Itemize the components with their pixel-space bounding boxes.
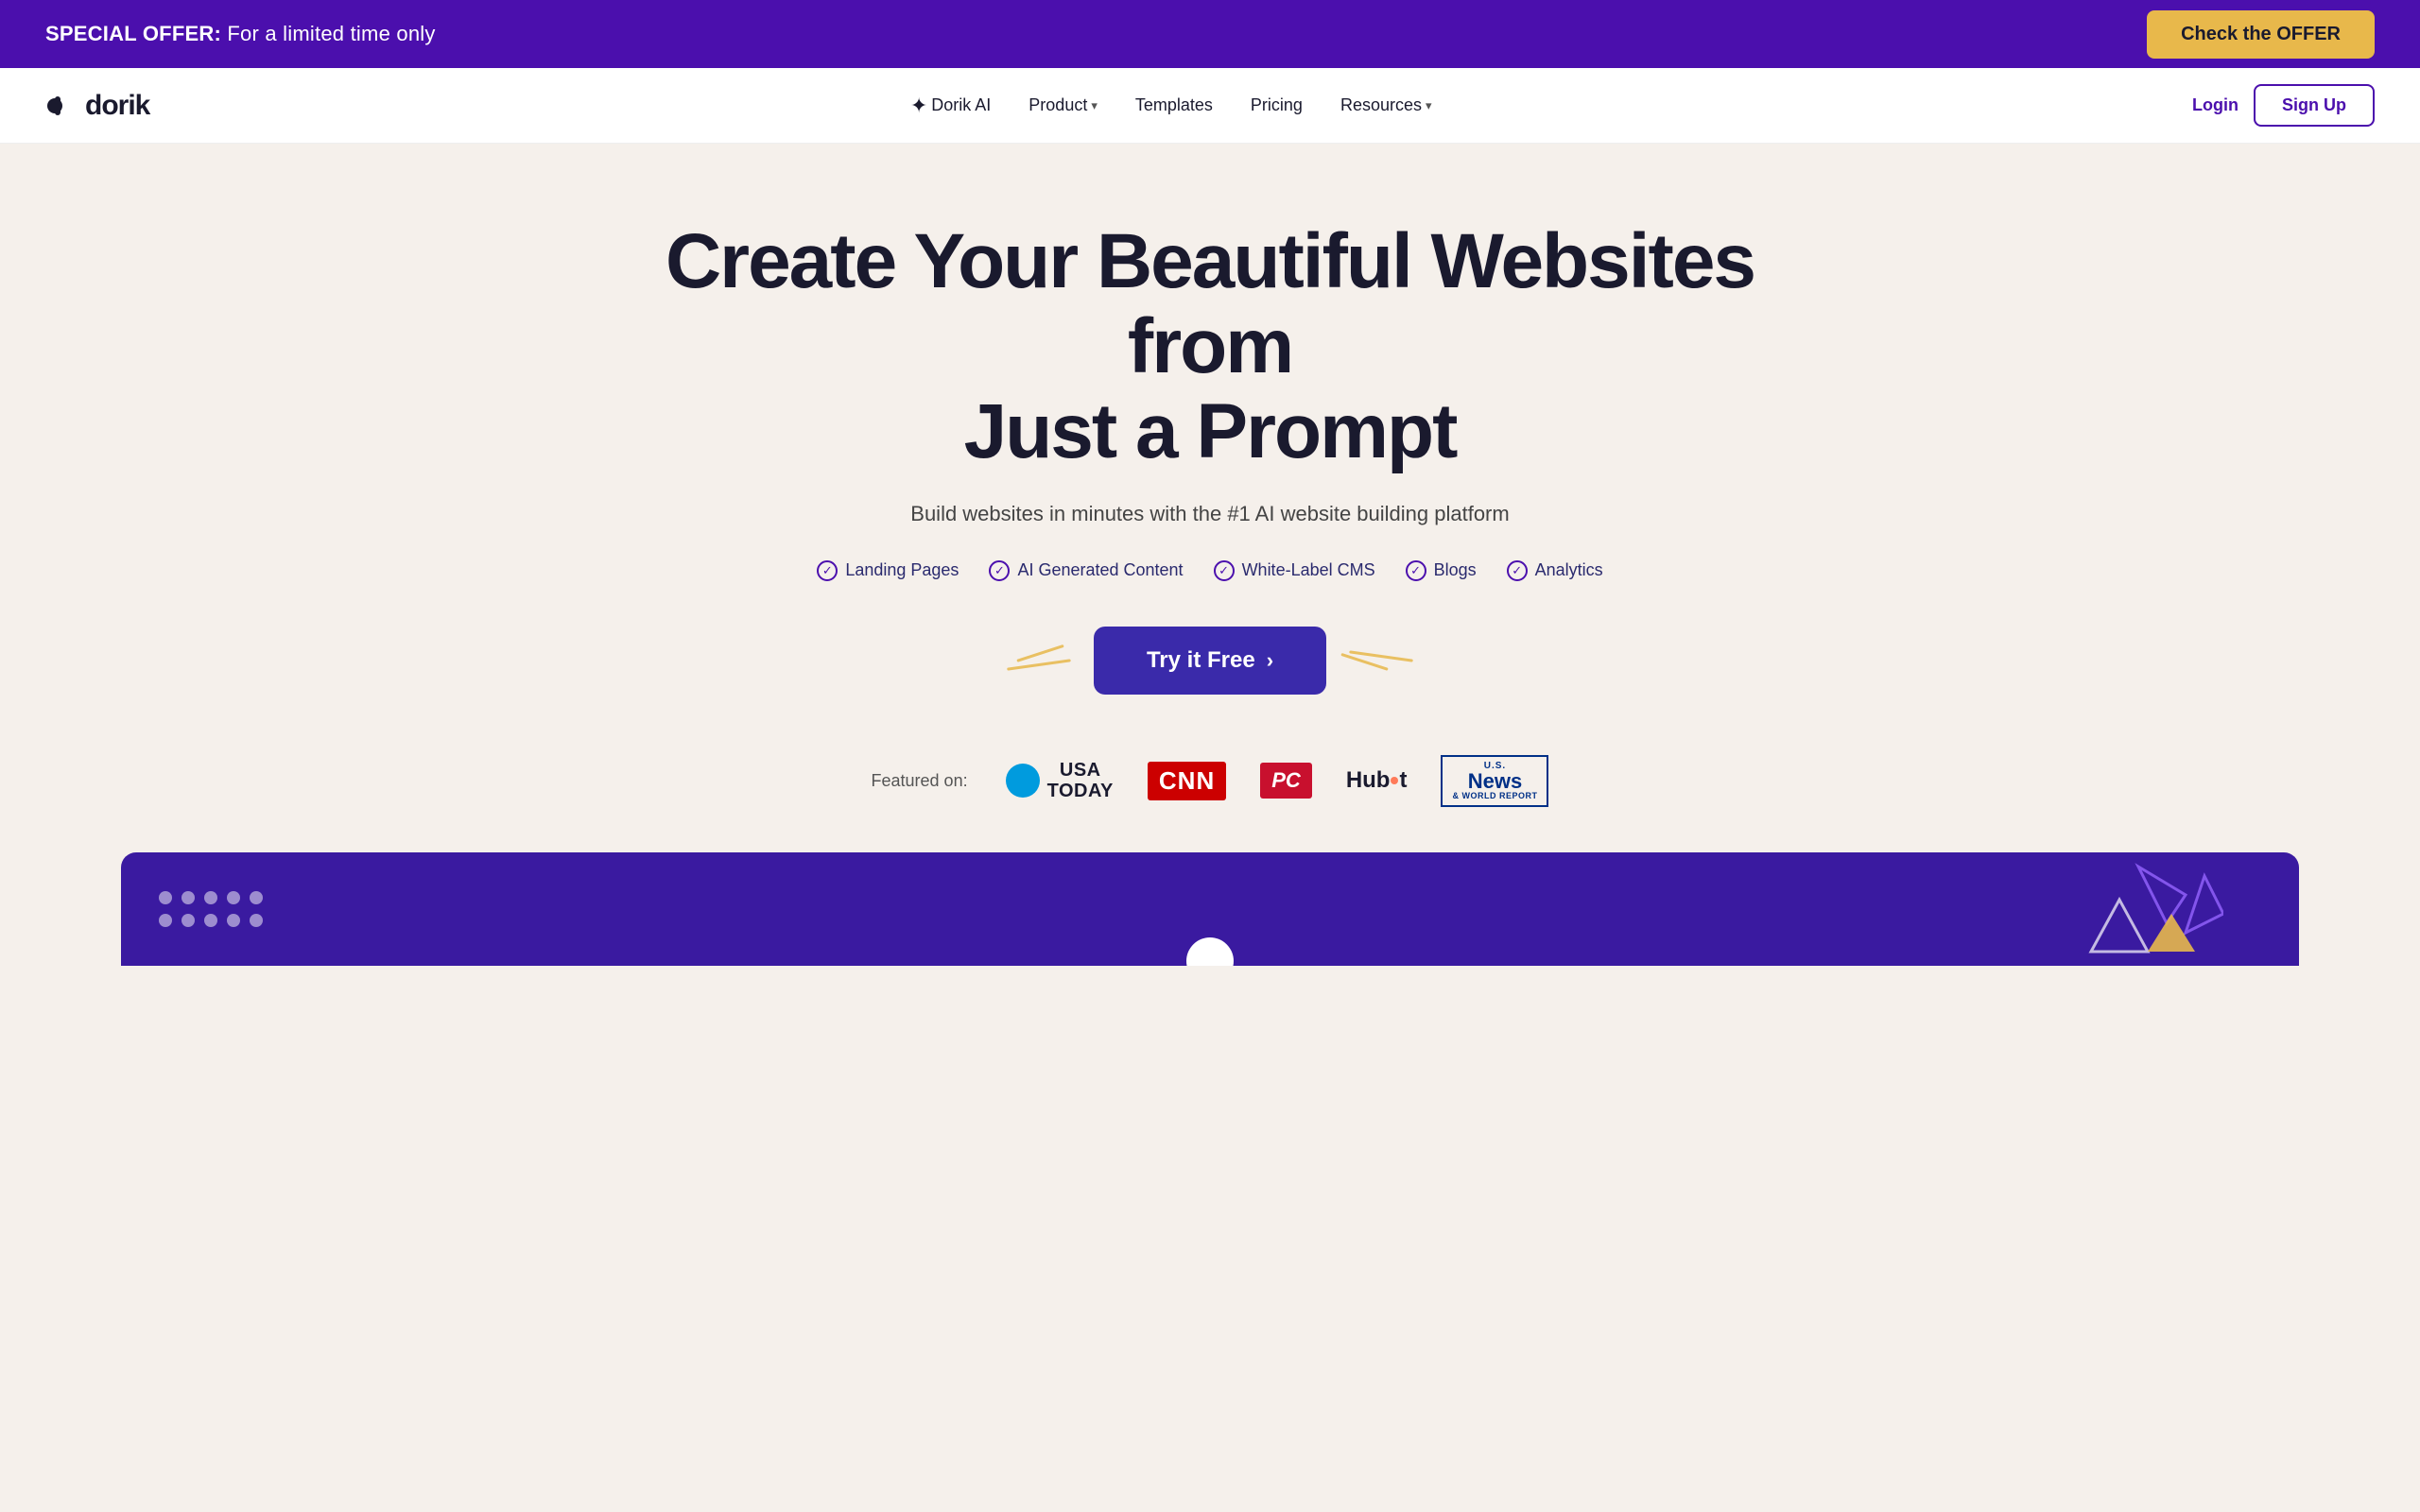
check-icon-4: ✓ xyxy=(1406,560,1426,581)
dorik-ai-link[interactable]: ✦ Dorik AI xyxy=(895,86,1006,126)
preview-dot xyxy=(182,914,195,927)
arrow-right-icon: › xyxy=(1267,648,1273,673)
media-logos: USATODAY CNN PC Hubt U.S. News & World R… xyxy=(1006,755,1549,807)
logo-text: dorik xyxy=(85,90,149,122)
feature-landing-pages: ✓ Landing Pages xyxy=(817,560,959,581)
preview-dot xyxy=(182,891,195,904)
signup-button[interactable]: Sign Up xyxy=(2254,84,2375,127)
hero-subheadline: Build websites in minutes with the #1 AI… xyxy=(45,502,2375,526)
headline-line1: Create Your Beautiful Websites from xyxy=(666,218,1754,389)
feature-label-3: White-Label CMS xyxy=(1242,560,1375,580)
headline-line2: Just a Prompt xyxy=(964,388,1457,474)
nav-auth: Login Sign Up xyxy=(2192,84,2375,127)
promo-banner: SPECIAL OFFER: For a limited time only C… xyxy=(0,0,2420,68)
preview-dots xyxy=(159,891,263,927)
preview-dot xyxy=(250,891,263,904)
squiggle-left-decoration xyxy=(1007,655,1071,666)
pricing-label: Pricing xyxy=(1251,95,1303,115)
chevron-down-icon: ▾ xyxy=(1091,98,1098,113)
character-decoration xyxy=(2053,852,2223,966)
hero-section: Create Your Beautiful Websites from Just… xyxy=(0,144,2420,1004)
nav-item-dorik-ai[interactable]: ✦ Dorik AI xyxy=(895,86,1006,126)
feature-label-5: Analytics xyxy=(1535,560,1603,580)
site-logo[interactable]: dorik xyxy=(45,89,149,123)
featured-label: Featured on: xyxy=(872,771,968,791)
feature-blogs: ✓ Blogs xyxy=(1406,560,1477,581)
hero-headline: Create Your Beautiful Websites from Just… xyxy=(643,219,1777,475)
templates-link[interactable]: Templates xyxy=(1120,88,1228,123)
preview-dot xyxy=(204,891,217,904)
squiggle-line-1 xyxy=(1016,644,1063,662)
check-offer-button[interactable]: Check the OFFER xyxy=(2147,10,2375,59)
nav-item-resources[interactable]: Resources ▾ xyxy=(1325,88,1447,123)
feature-white-label: ✓ White-Label CMS xyxy=(1214,560,1375,581)
banner-special-label: SPECIAL OFFER: xyxy=(45,22,221,45)
check-icon-2: ✓ xyxy=(989,560,1010,581)
star-icon: ✦ xyxy=(910,94,927,118)
hubspot-dot-icon xyxy=(1391,777,1398,784)
nav-item-pricing[interactable]: Pricing xyxy=(1236,88,1318,123)
product-label: Product xyxy=(1028,95,1087,115)
dorik-ai-label: Dorik AI xyxy=(931,95,991,115)
squiggle-right-decoration xyxy=(1349,655,1413,666)
usatoday-dot xyxy=(1006,764,1040,798)
feature-analytics: ✓ Analytics xyxy=(1507,560,1603,581)
preview-circle-decoration xyxy=(1186,937,1234,966)
pricing-link[interactable]: Pricing xyxy=(1236,88,1318,123)
feature-list: ✓ Landing Pages ✓ AI Generated Content ✓… xyxy=(45,560,2375,581)
main-nav: dorik ✦ Dorik AI Product ▾ Templates Pri… xyxy=(0,68,2420,144)
feature-label-1: Landing Pages xyxy=(845,560,959,580)
usnews-sub-text: & World Report xyxy=(1452,792,1537,800)
usa-today-logo: USATODAY xyxy=(1006,760,1114,801)
feature-label-2: AI Generated Content xyxy=(1017,560,1183,580)
pc-mag-logo: PC xyxy=(1260,763,1312,799)
login-button[interactable]: Login xyxy=(2192,95,2238,115)
preview-dot xyxy=(250,914,263,927)
check-icon-5: ✓ xyxy=(1507,560,1528,581)
chevron-down-icon-2: ▾ xyxy=(1426,98,1432,113)
check-icon-1: ✓ xyxy=(817,560,838,581)
us-news-logo: U.S. News & World Report xyxy=(1441,755,1548,807)
resources-link[interactable]: Resources ▾ xyxy=(1325,88,1447,123)
nav-item-product[interactable]: Product ▾ xyxy=(1013,88,1113,123)
nav-links: ✦ Dorik AI Product ▾ Templates Pricing R… xyxy=(895,86,1447,126)
preview-dot xyxy=(204,914,217,927)
resources-label: Resources xyxy=(1340,95,1422,115)
preview-dot xyxy=(227,891,240,904)
product-link[interactable]: Product ▾ xyxy=(1013,88,1113,123)
preview-dot xyxy=(159,891,172,904)
preview-dot xyxy=(159,914,172,927)
try-free-button[interactable]: Try it Free › xyxy=(1094,627,1326,695)
nav-item-templates[interactable]: Templates xyxy=(1120,88,1228,123)
banner-text: SPECIAL OFFER: For a limited time only xyxy=(45,22,436,46)
try-free-label: Try it Free xyxy=(1147,647,1255,674)
featured-section: Featured on: USATODAY CNN PC Hubt U.S. N… xyxy=(45,755,2375,807)
cnn-logo: CNN xyxy=(1148,762,1226,800)
usatoday-text: USATODAY xyxy=(1047,760,1114,801)
preview-bar xyxy=(121,852,2299,966)
preview-dot xyxy=(227,914,240,927)
usnews-main-text: News xyxy=(1468,771,1522,792)
feature-label-4: Blogs xyxy=(1434,560,1477,580)
banner-special-text: For a limited time only xyxy=(221,22,436,45)
templates-label: Templates xyxy=(1135,95,1213,115)
hubspot-logo: Hubt xyxy=(1346,767,1408,794)
check-icon-3: ✓ xyxy=(1214,560,1235,581)
cta-area: Try it Free › xyxy=(45,627,2375,695)
feature-ai-content: ✓ AI Generated Content xyxy=(989,560,1183,581)
